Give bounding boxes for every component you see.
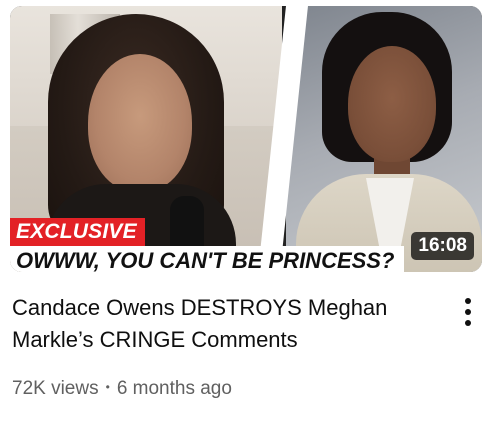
exclusive-tag: EXCLUSIVE [10,218,145,246]
more-vert-icon[interactable] [454,292,482,332]
view-count: 72K views [12,378,99,399]
upload-age: 6 months ago [116,378,232,399]
video-thumbnail[interactable]: EXCLUSIVE OWWW, YOU CAN'T BE PRINCESS? 1… [10,6,482,272]
thumbnail-caption: OWWW, YOU CAN'T BE PRINCESS? [10,246,405,272]
video-card[interactable]: EXCLUSIVE OWWW, YOU CAN'T BE PRINCESS? 1… [0,0,496,436]
duration-badge: 16:08 [411,232,474,260]
video-metadata: 72K views • 6 months ago [12,374,232,402]
video-title[interactable]: Candace Owens DESTROYS Meghan Markle’s C… [12,292,432,356]
meta-separator: • [105,380,110,394]
